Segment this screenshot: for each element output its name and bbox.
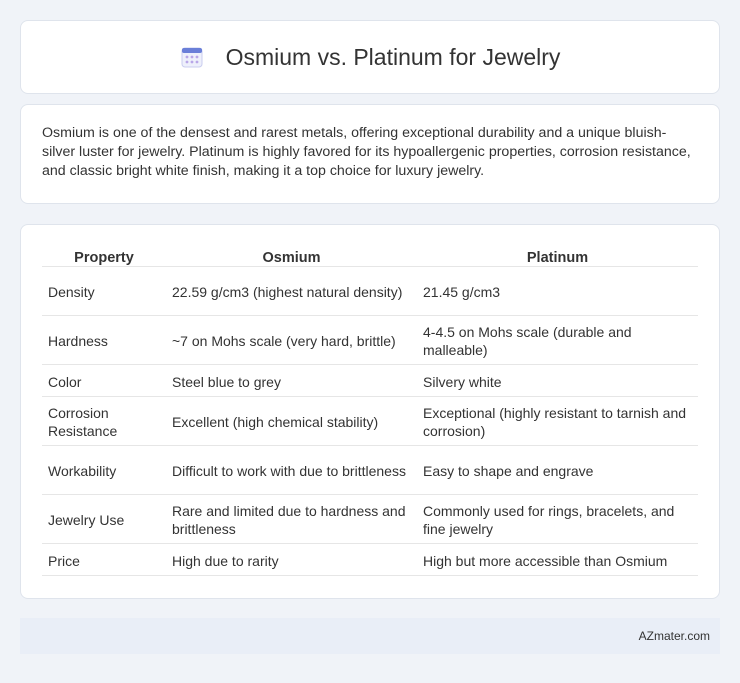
- platinum-cell: Silvery white: [417, 367, 698, 397]
- title-card: Osmium vs. Platinum for Jewelry: [20, 20, 720, 94]
- osmium-cell: Excellent (high chemical stability): [166, 399, 417, 446]
- footer-brand: AZmater.com: [638, 629, 710, 643]
- table-row: Workability Difficult to work with due t…: [42, 448, 698, 495]
- property-cell: Price: [42, 546, 166, 576]
- platinum-cell: High but more accessible than Osmium: [417, 546, 698, 576]
- page-title: Osmium vs. Platinum for Jewelry: [225, 43, 561, 70]
- platinum-cell: 21.45 g/cm3: [417, 269, 698, 316]
- comparison-table: Property Osmium Platinum Density 22.59 g…: [42, 243, 698, 578]
- table-row: Density 22.59 g/cm3 (highest natural den…: [42, 269, 698, 316]
- platinum-cell: Easy to shape and engrave: [417, 448, 698, 495]
- platinum-cell: Exceptional (highly resistant to tarnish…: [417, 399, 698, 446]
- table-header-row: Property Osmium Platinum: [42, 245, 698, 267]
- column-header-property: Property: [42, 245, 166, 267]
- platinum-cell: Commonly used for rings, bracelets, and …: [417, 497, 698, 544]
- osmium-cell: High due to rarity: [166, 546, 417, 576]
- calendar-icon: [180, 45, 204, 69]
- table-row: Price High due to rarity High but more a…: [42, 546, 698, 576]
- comparison-card: Property Osmium Platinum Density 22.59 g…: [20, 224, 720, 599]
- osmium-cell: ~7 on Mohs scale (very hard, brittle): [166, 318, 417, 365]
- osmium-cell: Rare and limited due to hardness and bri…: [166, 497, 417, 544]
- intro-card: Osmium is one of the densest and rarest …: [20, 104, 720, 204]
- column-header-platinum: Platinum: [417, 245, 698, 267]
- osmium-cell: Steel blue to grey: [166, 367, 417, 397]
- column-header-osmium: Osmium: [166, 245, 417, 267]
- property-cell: Hardness: [42, 318, 166, 365]
- property-cell: Corrosion Resistance: [42, 399, 166, 446]
- table-row: Hardness ~7 on Mohs scale (very hard, br…: [42, 318, 698, 365]
- property-cell: Color: [42, 367, 166, 397]
- property-cell: Density: [42, 269, 166, 316]
- osmium-cell: Difficult to work with due to brittlenes…: [166, 448, 417, 495]
- intro-text: Osmium is one of the densest and rarest …: [42, 125, 691, 179]
- property-cell: Workability: [42, 448, 166, 495]
- osmium-cell: 22.59 g/cm3 (highest natural density): [166, 269, 417, 316]
- footer: AZmater.com: [20, 618, 720, 654]
- table-row: Jewelry Use Rare and limited due to hard…: [42, 497, 698, 544]
- table-row: Color Steel blue to grey Silvery white: [42, 367, 698, 397]
- table-row: Corrosion Resistance Excellent (high che…: [42, 399, 698, 446]
- platinum-cell: 4-4.5 on Mohs scale (durable and malleab…: [417, 318, 698, 365]
- property-cell: Jewelry Use: [42, 497, 166, 544]
